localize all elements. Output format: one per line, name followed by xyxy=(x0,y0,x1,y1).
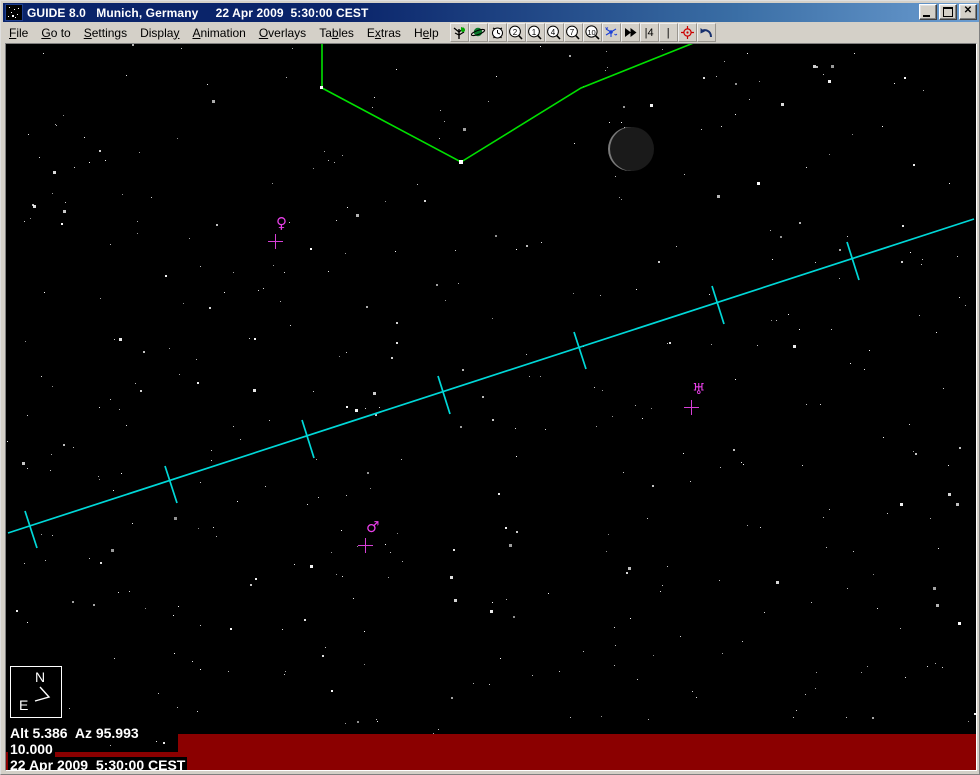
inversion-icon[interactable] xyxy=(449,23,469,42)
zoom-1-icon[interactable]: 1 xyxy=(525,23,545,42)
sky-canvas[interactable]: ♀ ♅ ♂ N E Alt 5.386 Az 95.993 10.000 22 … xyxy=(6,44,976,770)
step-icon[interactable]: | xyxy=(658,23,678,42)
title-bar[interactable]: GUIDE 8.0 Munich, Germany 22 Apr 2009 5:… xyxy=(3,3,979,22)
status-altaz: Alt 5.386 Az 95.993 xyxy=(8,725,141,741)
svg-text:1: 1 xyxy=(532,28,537,37)
svg-text:7: 7 xyxy=(570,28,575,37)
menu-bar: File Go to Settings Display Animation Ov… xyxy=(3,23,979,42)
toolbar: 2 1 4 7 10 |4 | xyxy=(449,23,716,42)
menu-tables[interactable]: Tables xyxy=(313,25,361,41)
planet-icon[interactable] xyxy=(468,23,488,42)
menu-settings[interactable]: Settings xyxy=(78,25,134,41)
step-back-icon[interactable]: |4 xyxy=(639,23,659,42)
status-fov: 10.000 xyxy=(8,741,55,757)
menu-extras[interactable]: Extras xyxy=(361,25,408,41)
venus-glyph: ♀ xyxy=(276,214,287,232)
undo-icon[interactable] xyxy=(696,23,716,42)
compass-arrow xyxy=(34,686,51,702)
svg-text:4: 4 xyxy=(551,28,556,37)
compass-rose: N E xyxy=(10,666,62,718)
window-controls: ✕ xyxy=(919,4,977,20)
venus-marker-v xyxy=(275,234,276,249)
menu-display[interactable]: Display xyxy=(134,25,186,41)
menu-goto[interactable]: Go to xyxy=(35,25,77,41)
ecliptic-line xyxy=(7,218,975,549)
svg-text:10: 10 xyxy=(587,28,595,37)
zoom-7-icon[interactable]: 7 xyxy=(563,23,583,42)
app-icon xyxy=(5,4,23,21)
uranus-glyph: ♅ xyxy=(692,380,706,398)
center-target-icon[interactable] xyxy=(677,23,697,42)
sky-chart-panel[interactable]: ♀ ♅ ♂ N E Alt 5.386 Az 95.993 10.000 22 … xyxy=(5,43,977,771)
moon[interactable] xyxy=(608,127,654,171)
constellations-icon[interactable] xyxy=(601,23,621,42)
zoom-4-icon[interactable]: 4 xyxy=(544,23,564,42)
step-label: | xyxy=(666,26,670,39)
menu-animation[interactable]: Animation xyxy=(186,25,252,41)
status-datetime: 22 Apr 2009 5:30:00 CEST xyxy=(8,757,188,770)
menu-file[interactable]: File xyxy=(3,25,35,41)
close-button[interactable]: ✕ xyxy=(959,4,977,20)
window-title: GUIDE 8.0 Munich, Germany 22 Apr 2009 5:… xyxy=(27,5,369,20)
step-back-label: |4 xyxy=(644,26,654,39)
horizon-ground-band xyxy=(178,734,976,752)
mars-glyph: ♂ xyxy=(366,518,380,536)
close-icon: ✕ xyxy=(963,5,973,16)
clock-icon[interactable] xyxy=(487,23,507,42)
menu-overlays[interactable]: Overlays xyxy=(253,25,313,41)
zoom-2-icon[interactable]: 2 xyxy=(506,23,526,42)
animate-forward-icon[interactable] xyxy=(620,23,640,42)
menu-help[interactable]: Help xyxy=(408,25,446,41)
uranus-marker-v xyxy=(691,400,692,415)
minimize-button[interactable] xyxy=(919,4,937,20)
svg-text:2: 2 xyxy=(513,28,518,37)
zoom-10-icon[interactable]: 10 xyxy=(582,23,602,42)
guide-application-window: GUIDE 8.0 Munich, Germany 22 Apr 2009 5:… xyxy=(0,0,980,775)
maximize-button[interactable] xyxy=(939,4,957,20)
mars-marker-v xyxy=(365,538,366,553)
